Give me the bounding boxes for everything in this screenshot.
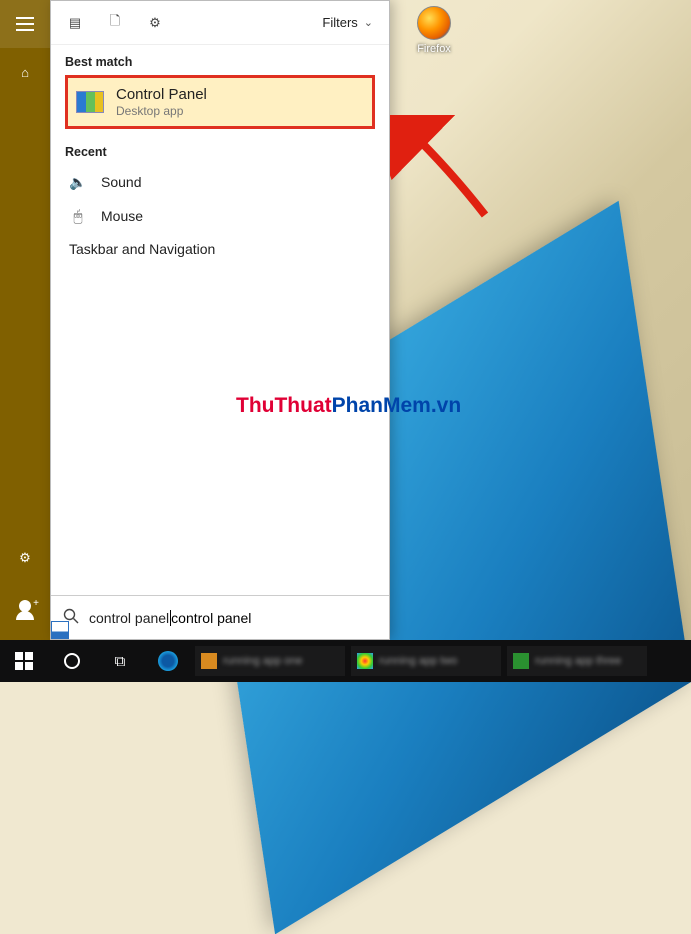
taskbar: ⧉ running app one running app two runnin…: [0, 640, 691, 682]
cortana-icon: [64, 653, 80, 669]
search-input-value: control panel: [89, 610, 169, 626]
taskbar-task[interactable]: running app two: [351, 646, 501, 676]
best-match-header: Best match: [51, 45, 389, 75]
user-icon: +: [19, 600, 31, 612]
task-view-icon: ⧉: [115, 653, 126, 670]
settings-scope-button[interactable]: ⚙: [135, 1, 175, 45]
recent-item-label: Mouse: [101, 208, 143, 224]
recent-item-label: Sound: [101, 174, 141, 190]
chevron-down-icon: ⌄: [364, 16, 373, 29]
best-match-item[interactable]: Control Panel Desktop app: [65, 75, 375, 129]
start-left-rail: ⌂ ⚙ +: [0, 0, 50, 640]
search-box[interactable]: control panel: [51, 595, 389, 639]
best-match-subtitle: Desktop app: [116, 104, 207, 118]
chrome-icon: [357, 653, 373, 669]
apps-scope-button[interactable]: ▤: [55, 1, 95, 45]
edge-taskbar-button[interactable]: [144, 640, 192, 682]
recent-item-label: Taskbar and Navigation: [69, 241, 215, 257]
task-view-button[interactable]: ⧉: [96, 640, 144, 682]
search-input[interactable]: [171, 610, 377, 626]
filters-dropdown[interactable]: Filters ⌄: [310, 15, 385, 30]
mouse-icon: [69, 207, 87, 225]
gear-icon: ⚙: [149, 15, 161, 31]
account-button[interactable]: +: [0, 582, 50, 630]
firefox-icon: [417, 6, 451, 40]
watermark-text: ThuThuatPhanMem.vn: [236, 394, 461, 418]
speaker-icon: [69, 173, 87, 191]
app-icon: [201, 653, 217, 669]
home-icon: ⌂: [21, 65, 29, 80]
desktop-icon-label: Firefox: [404, 43, 464, 55]
cortana-button[interactable]: [48, 640, 96, 682]
best-match-title: Control Panel: [116, 86, 207, 103]
edge-icon: [158, 651, 178, 671]
apps-icon: ▤: [69, 15, 81, 31]
recent-item-mouse[interactable]: Mouse: [51, 199, 389, 233]
documents-scope-button[interactable]: 🗋: [95, 1, 135, 45]
windows-logo-icon: [15, 652, 33, 670]
panel-toolbar: ▤ 🗋 ⚙ Filters ⌄: [51, 1, 389, 45]
hamburger-button[interactable]: [0, 0, 50, 48]
app-icon: [513, 653, 529, 669]
annotation-arrow: [390, 115, 500, 235]
recent-item-taskbar[interactable]: Taskbar and Navigation: [51, 233, 389, 265]
gear-icon: ⚙: [19, 550, 31, 566]
home-button[interactable]: ⌂: [0, 48, 50, 96]
recent-header: Recent: [51, 135, 389, 165]
search-results-panel: ▤ 🗋 ⚙ Filters ⌄ Best match Control Panel…: [50, 0, 390, 640]
recent-item-sound[interactable]: Sound: [51, 165, 389, 199]
taskbar-task[interactable]: running app one: [195, 646, 345, 676]
settings-button[interactable]: ⚙: [0, 534, 50, 582]
taskbar-task[interactable]: running app three: [507, 646, 647, 676]
desktop-icon-firefox[interactable]: Firefox: [404, 6, 464, 55]
start-button[interactable]: [0, 640, 48, 682]
document-icon: 🗋: [110, 12, 120, 34]
filters-label: Filters: [322, 15, 357, 30]
hamburger-icon: [16, 23, 34, 25]
control-panel-icon: [76, 91, 104, 113]
